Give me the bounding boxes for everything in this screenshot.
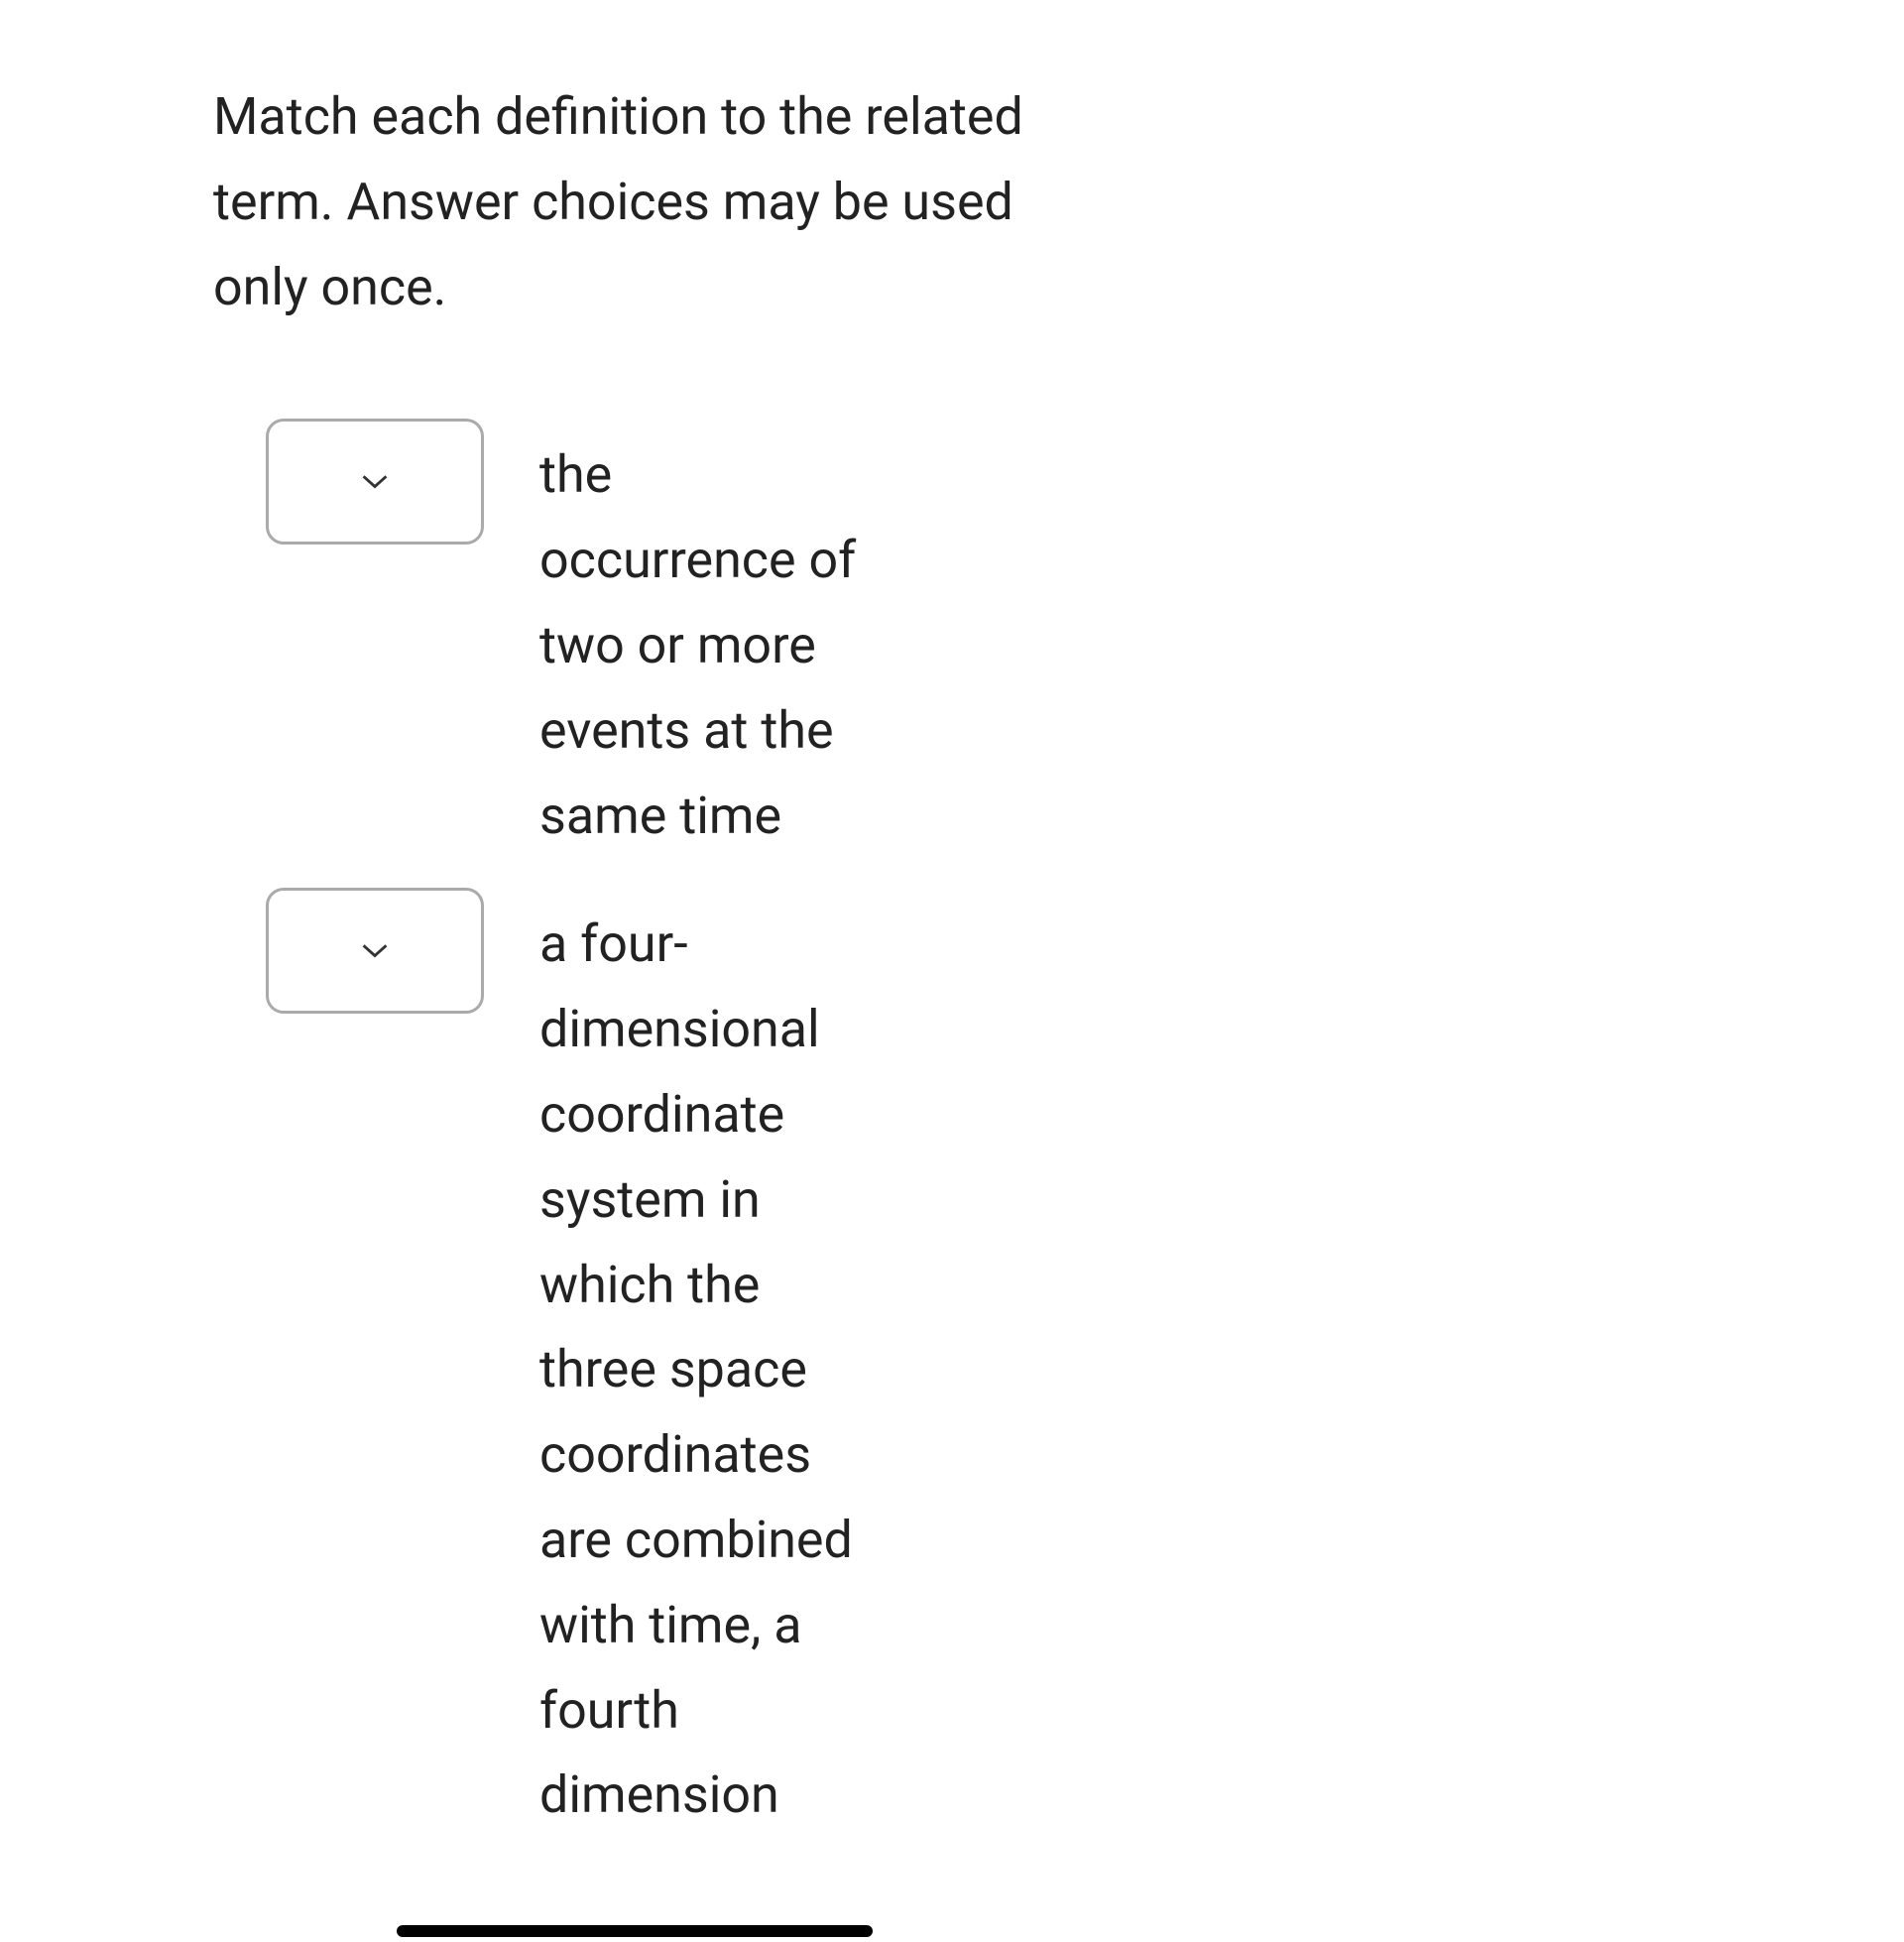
question-prompt: Match each definition to the related ter… — [213, 74, 1076, 329]
definition-label: the occurrence of two or more events at … — [539, 419, 867, 858]
answer-dropdown[interactable] — [266, 419, 484, 545]
question-container: Match each definition to the related ter… — [0, 0, 1289, 1942]
scroll-indicator — [397, 1925, 873, 1937]
answer-dropdown[interactable] — [266, 888, 484, 1014]
definition-label: a four-dimensional coordinate system in … — [539, 888, 867, 1838]
chevron-down-icon — [361, 943, 389, 959]
chevron-down-icon — [361, 474, 389, 490]
match-row: a four-dimensional coordinate system in … — [213, 888, 1076, 1838]
match-row: the occurrence of two or more events at … — [213, 419, 1076, 858]
